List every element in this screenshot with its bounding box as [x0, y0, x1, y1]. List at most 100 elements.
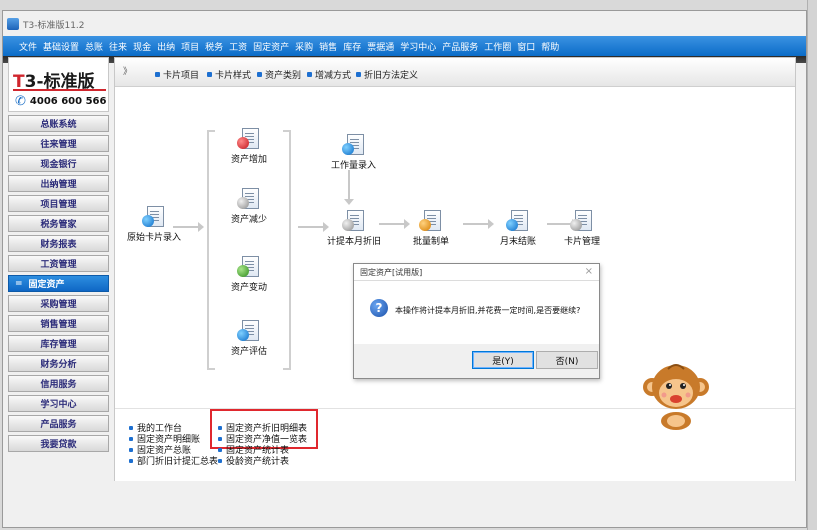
workload-entry-icon — [341, 134, 366, 156]
bullet-icon — [218, 436, 222, 441]
flow-asset-add[interactable]: 资产增加 — [231, 128, 267, 165]
sidebar-item-loan[interactable]: 我要贷款 — [8, 435, 109, 452]
flow-batch-voucher[interactable]: 批量制单 — [413, 210, 449, 247]
menu-bar: 文件 基础设置 总账 往来 现金 出纳 项目 税务 工资 固定资产 采购 销售 … — [3, 36, 806, 56]
menu-basic-settings[interactable]: 基础设置 — [43, 40, 79, 53]
monkey-mascot-icon — [643, 364, 709, 430]
bullet-icon — [129, 447, 133, 452]
flow-bracket-right — [283, 130, 291, 370]
month-close-icon — [506, 210, 530, 232]
sidebar-item-credit[interactable]: 信用服务 — [8, 375, 109, 392]
yes-button[interactable]: 是(Y) — [472, 351, 534, 369]
phone-number: 4006 600 566 — [29, 96, 107, 107]
asset-reduce-icon — [237, 188, 261, 210]
toolbar-depreciation-method[interactable]: 折旧方法定义 — [356, 68, 418, 81]
sidebar-item-general-ledger[interactable]: 总账系统 — [8, 115, 109, 132]
sidebar-item-tax[interactable]: 税务管家 — [8, 215, 109, 232]
toolbar-card-items[interactable]: 卡片项目 — [155, 68, 199, 81]
phone-icon: ✆ — [15, 94, 26, 109]
card-entry-icon — [142, 206, 166, 228]
menu-fixed-assets[interactable]: 固定资产 — [253, 40, 289, 53]
menu-receivables[interactable]: 往来 — [109, 40, 127, 53]
bullet-icon — [155, 72, 160, 77]
close-icon[interactable]: × — [585, 266, 593, 277]
depreciation-icon — [342, 210, 366, 232]
sidebar-item-products[interactable]: 产品服务 — [8, 415, 109, 432]
sidebar-item-inventory[interactable]: 库存管理 — [8, 335, 109, 352]
sidebar-item-cash-bank[interactable]: 现金银行 — [8, 155, 109, 172]
dialog-title-bar: 固定资产[试用版] × — [354, 264, 599, 281]
sidebar-item-project[interactable]: 项目管理 — [8, 195, 109, 212]
logo-panel: T3-标准版 ✆ 4006 600 566 — [8, 57, 109, 112]
bullet-icon — [257, 72, 262, 77]
logo-underline — [13, 89, 106, 91]
menu-payroll[interactable]: 工资 — [229, 40, 247, 53]
sidebar-item-learning[interactable]: 学习中心 — [8, 395, 109, 412]
bullet-icon — [356, 72, 361, 77]
title-bar: T3-标准版11.2 — [7, 14, 85, 34]
flow-asset-reduce[interactable]: 资产减少 — [231, 188, 267, 225]
link-dept-depreciation-summary[interactable]: 部门折旧计提汇总表 — [129, 454, 218, 467]
asset-change-icon — [237, 256, 261, 278]
bullet-icon — [307, 72, 312, 77]
menu-cash[interactable]: 现金 — [133, 40, 151, 53]
menu-inventory[interactable]: 库存 — [343, 40, 361, 53]
menu-sales[interactable]: 销售 — [319, 40, 337, 53]
flow-asset-change[interactable]: 资产变动 — [231, 256, 267, 293]
window-title: T3-标准版11.2 — [23, 20, 85, 31]
bullet-icon — [218, 425, 222, 430]
menu-window[interactable]: 窗口 — [517, 40, 535, 53]
bullet-icon — [129, 425, 133, 430]
support-phone: ✆ 4006 600 566 — [15, 94, 106, 109]
flow-card-mgmt[interactable]: 卡片管理 — [564, 210, 600, 247]
sidebar-item-analysis[interactable]: 财务分析 — [8, 355, 109, 372]
no-button[interactable]: 否(N) — [536, 351, 598, 369]
flow-arrow — [344, 170, 354, 205]
batch-voucher-icon — [419, 210, 443, 232]
asset-add-icon — [237, 128, 261, 150]
menu-general-ledger[interactable]: 总账 — [85, 40, 103, 53]
link-aged-asset-statistics[interactable]: 役龄资产统计表 — [218, 454, 289, 467]
menu-help[interactable]: 帮助 — [541, 40, 559, 53]
menu-tax[interactable]: 税务 — [205, 40, 223, 53]
dialog-message: 本操作将计提本月折旧,并花费一定时间,是否要继续? — [395, 306, 581, 315]
flow-month-close[interactable]: 月末结账 — [500, 210, 536, 247]
confirm-dialog: 固定资产[试用版] × ? 本操作将计提本月折旧,并花费一定时间,是否要继续? … — [353, 263, 600, 379]
sidebar-item-reports[interactable]: 财务报表 — [8, 235, 109, 252]
bullet-icon — [129, 458, 133, 463]
menu-cashier[interactable]: 出纳 — [157, 40, 175, 53]
flow-arrow — [463, 219, 494, 229]
bullet-icon — [218, 458, 222, 463]
menu-file[interactable]: 文件 — [19, 40, 37, 53]
asset-eval-icon — [237, 320, 261, 342]
bullet-icon — [129, 436, 133, 441]
flow-arrow — [298, 222, 329, 232]
flow-bracket-left — [207, 130, 215, 370]
window-edge — [807, 0, 817, 530]
module-sidebar: 总账系统 往来管理 现金银行 出纳管理 项目管理 税务管家 财务报表 工资管理 … — [8, 115, 109, 455]
menu-learning[interactable]: 学习中心 — [400, 40, 436, 53]
toolbar-card-style[interactable]: 卡片样式 — [207, 68, 251, 81]
sidebar-item-purchase[interactable]: 采购管理 — [8, 295, 109, 312]
flow-depreciation[interactable]: 计提本月折旧 — [327, 210, 381, 247]
expand-arrow-icon[interactable]: 》 — [123, 64, 132, 77]
menu-products[interactable]: 产品服务 — [442, 40, 478, 53]
menu-purchase[interactable]: 采购 — [295, 40, 313, 53]
toolbar-change-method[interactable]: 增减方式 — [307, 68, 351, 81]
menu-project[interactable]: 项目 — [181, 40, 199, 53]
flow-original-card[interactable]: 原始卡片录入 — [127, 206, 181, 243]
flow-asset-eval[interactable]: 资产评估 — [231, 320, 267, 357]
menu-invoice[interactable]: 票据通 — [367, 40, 394, 53]
sidebar-item-sales[interactable]: 销售管理 — [8, 315, 109, 332]
sidebar-item-receivables[interactable]: 往来管理 — [8, 135, 109, 152]
toolbar-asset-category[interactable]: 资产类别 — [257, 68, 301, 81]
question-icon: ? — [370, 299, 388, 317]
bullet-icon — [207, 72, 212, 77]
active-marker: = — [15, 278, 23, 289]
menu-workcircle[interactable]: 工作圈 — [484, 40, 511, 53]
sidebar-item-fixed-assets[interactable]: = 固定资产 — [8, 275, 109, 292]
sidebar-item-cashier[interactable]: 出纳管理 — [8, 175, 109, 192]
flow-workload-entry[interactable]: 工作量录入 — [331, 134, 376, 171]
sidebar-item-payroll[interactable]: 工资管理 — [8, 255, 109, 272]
bullet-icon — [218, 447, 222, 452]
